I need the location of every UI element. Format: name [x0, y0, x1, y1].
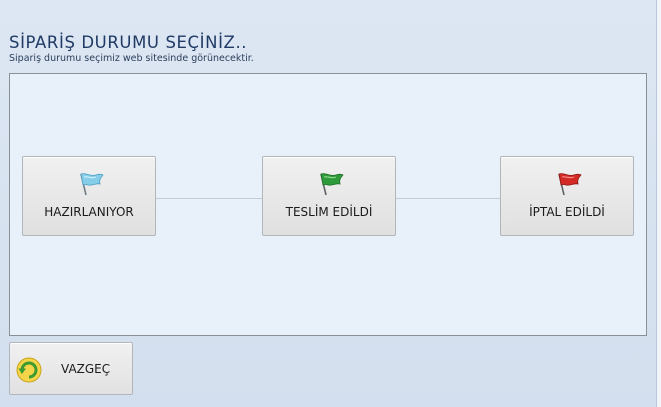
green-flag-icon — [320, 173, 344, 196]
light-blue-flag-icon — [80, 173, 104, 196]
status-panel: HAZIRLANIYOR TESLİM EDİLDİ İPTAL EDİLDİ — [9, 73, 647, 336]
dialog-title: SİPARİŞ DURUMU SEÇİNİZ.. — [9, 33, 248, 52]
red-flag-icon — [558, 173, 582, 196]
green-refresh-icon — [16, 357, 42, 383]
status-button-preparing[interactable]: HAZIRLANIYOR — [22, 156, 156, 236]
status-label: HAZIRLANIYOR — [44, 205, 134, 219]
cancel-button[interactable]: VAZGEÇ — [9, 342, 133, 395]
connector-line — [155, 198, 262, 199]
status-dialog: SİPARİŞ DURUMU SEÇİNİZ.. Sipariş durumu … — [0, 0, 661, 407]
status-label: TESLİM EDİLDİ — [285, 205, 373, 219]
connector-line — [395, 198, 500, 199]
cancel-label: VAZGEÇ — [61, 362, 111, 376]
status-button-delivered[interactable]: TESLİM EDİLDİ — [262, 156, 396, 236]
window-edge — [656, 0, 661, 407]
status-label: İPTAL EDİLDİ — [529, 205, 605, 219]
status-button-cancelled[interactable]: İPTAL EDİLDİ — [500, 156, 634, 236]
dialog-subtitle: Sipariş durumu seçimiz web sitesinde gör… — [9, 53, 254, 64]
